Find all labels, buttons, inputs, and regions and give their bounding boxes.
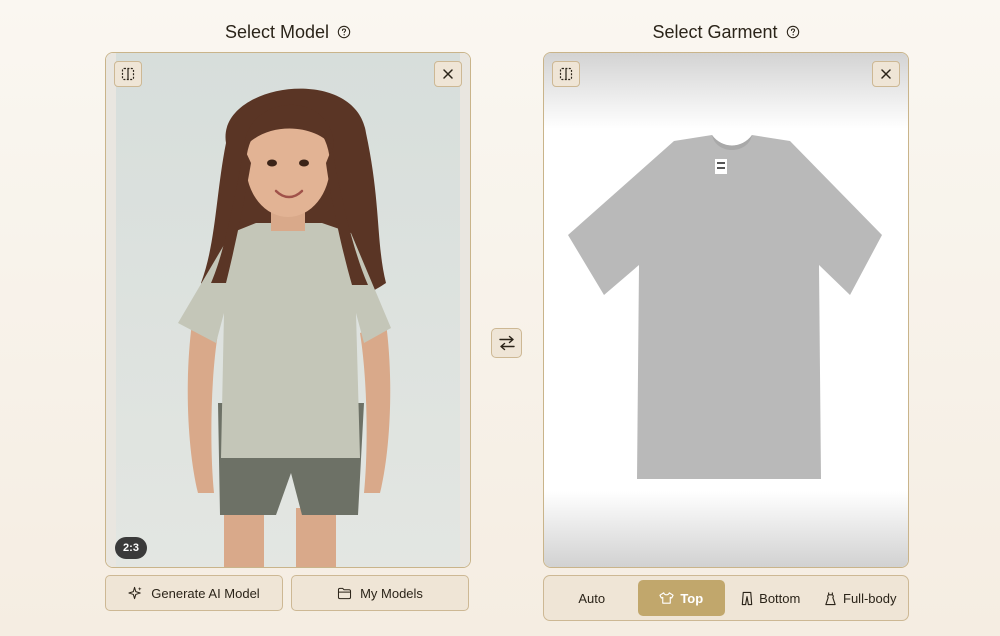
generate-ai-model-button[interactable]: Generate AI Model: [105, 575, 283, 611]
close-icon: [881, 69, 891, 79]
folder-icon: [338, 587, 352, 599]
close-icon: [443, 69, 453, 79]
pants-icon: [741, 591, 753, 605]
aspect-ratio-badge: 2:3: [115, 537, 147, 559]
model-photo: [106, 53, 470, 567]
garment-section-title: Select Garment: [652, 21, 778, 42]
model-image-panel[interactable]: 2:3: [105, 52, 471, 568]
help-icon[interactable]: [786, 25, 800, 39]
model-actions: Generate AI Model My Models: [105, 575, 469, 611]
category-full-body[interactable]: Full-body: [817, 580, 905, 616]
aspect-toggle-button[interactable]: [552, 61, 580, 87]
garment-category-selector: Auto Top Bottom Full-body: [543, 575, 909, 621]
category-top[interactable]: Top: [637, 580, 725, 616]
category-top-label: Top: [680, 590, 704, 606]
swap-arrows-icon: [498, 335, 515, 351]
garment-photo: [544, 53, 908, 567]
garment-section-header: Select Garment: [543, 20, 909, 44]
dress-icon: [825, 591, 836, 605]
tshirt-icon: [659, 592, 674, 604]
split-view-icon: [121, 67, 135, 81]
remove-garment-button[interactable]: [872, 61, 900, 87]
category-auto-label: Auto: [578, 590, 606, 606]
my-models-label: My Models: [360, 585, 423, 601]
aspect-toggle-button[interactable]: [114, 61, 142, 87]
garment-image-panel[interactable]: [543, 52, 909, 568]
my-models-button[interactable]: My Models: [291, 575, 469, 611]
category-bottom[interactable]: Bottom: [727, 580, 815, 616]
generate-ai-model-label: Generate AI Model: [151, 585, 260, 601]
category-bottom-label: Bottom: [759, 590, 801, 606]
swap-button[interactable]: [491, 328, 522, 358]
remove-model-button[interactable]: [434, 61, 462, 87]
sparkle-icon: [128, 586, 142, 599]
split-view-icon: [559, 67, 573, 81]
model-section-header: Select Model: [105, 20, 471, 44]
category-auto[interactable]: Auto: [548, 580, 636, 616]
help-icon[interactable]: [337, 25, 351, 39]
category-full-body-label: Full-body: [843, 590, 897, 606]
model-section-title: Select Model: [224, 21, 330, 42]
